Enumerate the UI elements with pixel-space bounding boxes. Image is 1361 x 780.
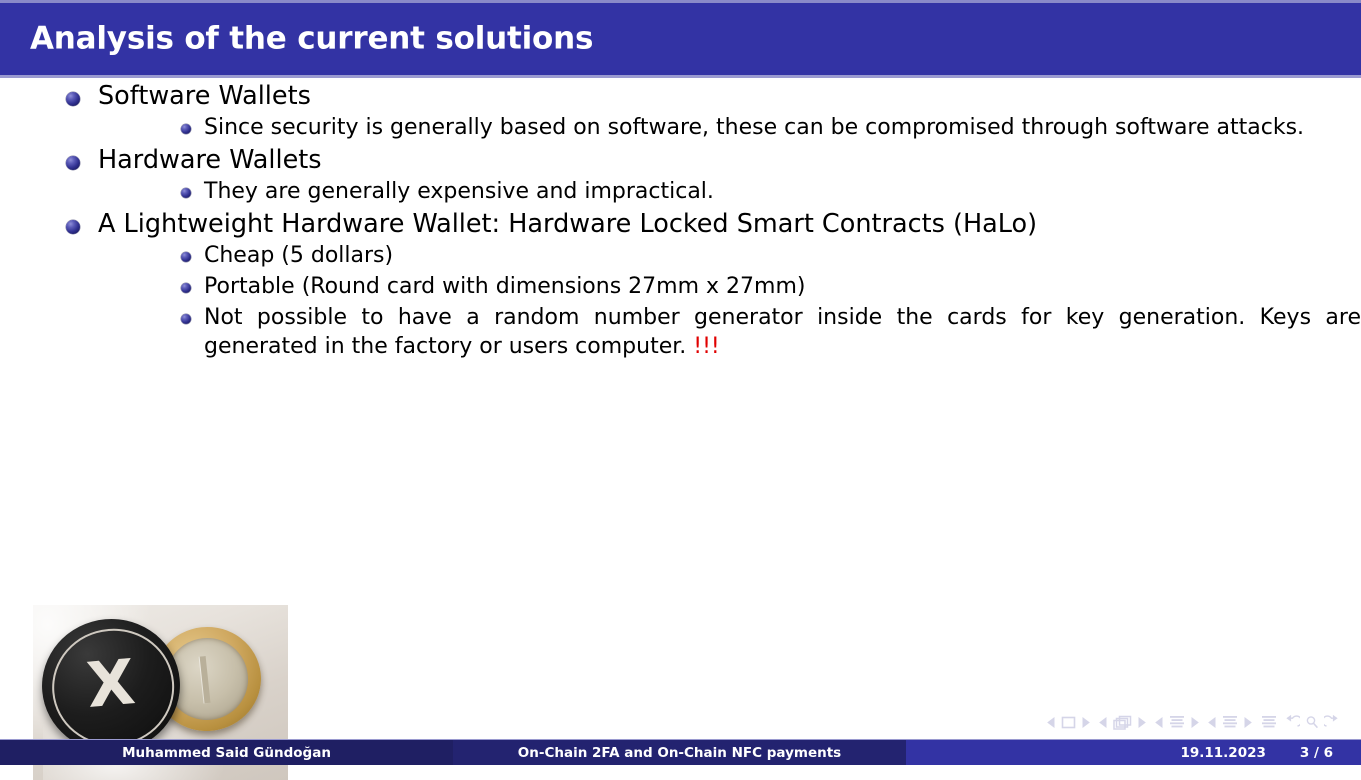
next-section-icon[interactable] <box>1243 716 1252 728</box>
bullet-text-wrapper: Not possible to have a random number gen… <box>204 303 1361 361</box>
frame-icon[interactable] <box>1113 715 1132 730</box>
bullet-list-level2: They are generally expensive and impract… <box>98 177 1361 206</box>
bullet-text: Cheap (5 dollars) <box>204 243 394 269</box>
list-item: Software Wallets Since security is gener… <box>60 81 1361 142</box>
prev-section-icon[interactable] <box>1208 716 1217 728</box>
footer-date-label: 19.11.2023 <box>1180 744 1266 761</box>
toc-icon[interactable] <box>1261 715 1277 730</box>
next-frame-icon[interactable] <box>1137 716 1146 728</box>
bullet-text: Not possible to have a random number gen… <box>204 305 1361 360</box>
list-item: Not possible to have a random number gen… <box>176 303 1361 361</box>
prev-frame-icon[interactable] <box>1099 716 1108 728</box>
bullet-list-level1: Software Wallets Since security is gener… <box>0 81 1361 361</box>
footer-author: Muhammed Said Gündoğan <box>0 739 453 765</box>
bullet-ball-icon <box>181 188 191 199</box>
slide-icon[interactable] <box>1061 716 1076 729</box>
list-item: Since security is generally based on sof… <box>176 113 1361 142</box>
slide-footer: Muhammed Said Gündoğan On-Chain 2FA and … <box>0 739 1361 765</box>
footer-page-label: 3 / 6 <box>1299 744 1333 761</box>
bullet-text: Hardware Wallets <box>98 145 322 176</box>
next-subsection-icon[interactable] <box>1190 716 1199 728</box>
bullet-list-level2: Cheap (5 dollars) Portable (Round card w… <box>98 241 1361 361</box>
list-item: A Lightweight Hardware Wallet: Hardware … <box>60 209 1361 361</box>
bullet-ball-icon <box>66 156 80 171</box>
bullet-ball-icon <box>181 283 191 294</box>
section-navigation-group[interactable] <box>1208 715 1252 730</box>
slide-content: Software Wallets Since security is gener… <box>0 78 1361 780</box>
list-item: Hardware Wallets They are generally expe… <box>60 145 1361 206</box>
slide-title-bar: Analysis of the current solutions <box>0 0 1361 78</box>
bullet-text: Software Wallets <box>98 81 311 111</box>
bullet-text: Portable (Round card with dimensions 27m… <box>204 274 806 300</box>
search-icon[interactable] <box>1305 715 1319 729</box>
subsection-icon[interactable] <box>1169 715 1185 730</box>
bullet-text: Since security is generally based on sof… <box>204 115 1305 141</box>
bullet-ball-icon <box>181 252 191 263</box>
footer-title-label: On-Chain 2FA and On-Chain NFC payments <box>517 744 842 761</box>
section-icon[interactable] <box>1222 715 1238 730</box>
forward-icon[interactable] <box>1324 715 1338 729</box>
bullet-list-level2: Since security is generally based on sof… <box>98 113 1361 142</box>
bullet-ball-icon <box>66 220 80 235</box>
slide-navigation-group[interactable] <box>1047 716 1090 729</box>
beamer-navigation-symbols[interactable] <box>1047 710 1347 734</box>
next-slide-icon[interactable] <box>1081 716 1090 728</box>
footer-date-page: 19.11.2023 3 / 6 <box>906 739 1361 765</box>
footer-title: On-Chain 2FA and On-Chain NFC payments <box>453 739 906 765</box>
bullet-ball-icon <box>66 92 80 106</box>
subsection-navigation-group[interactable] <box>1155 715 1199 730</box>
toc-navigation-group[interactable] <box>1261 715 1277 730</box>
prev-subsection-icon[interactable] <box>1155 716 1164 728</box>
halo-nfc-card-image: X <box>36 613 186 758</box>
bullet-ball-icon <box>181 124 191 135</box>
frame-navigation-group[interactable] <box>1099 715 1146 730</box>
list-item: Portable (Round card with dimensions 27m… <box>176 272 1361 301</box>
back-icon[interactable] <box>1286 715 1300 729</box>
bullet-ball-icon <box>181 314 191 325</box>
alert-marker: !!! <box>693 334 720 360</box>
coin-numeral <box>199 656 211 704</box>
page-title: Analysis of the current solutions <box>30 20 594 57</box>
bullet-text: A Lightweight Hardware Wallet: Hardware … <box>98 209 1038 240</box>
history-navigation-group[interactable] <box>1286 715 1338 729</box>
list-item: They are generally expensive and impract… <box>176 177 1361 206</box>
prev-slide-icon[interactable] <box>1047 716 1056 728</box>
bullet-text: They are generally expensive and impract… <box>204 179 714 205</box>
list-item: Cheap (5 dollars) <box>176 241 1361 270</box>
card-x-logo-icon: X <box>83 645 138 722</box>
footer-author-label: Muhammed Said Gündoğan <box>122 744 331 761</box>
